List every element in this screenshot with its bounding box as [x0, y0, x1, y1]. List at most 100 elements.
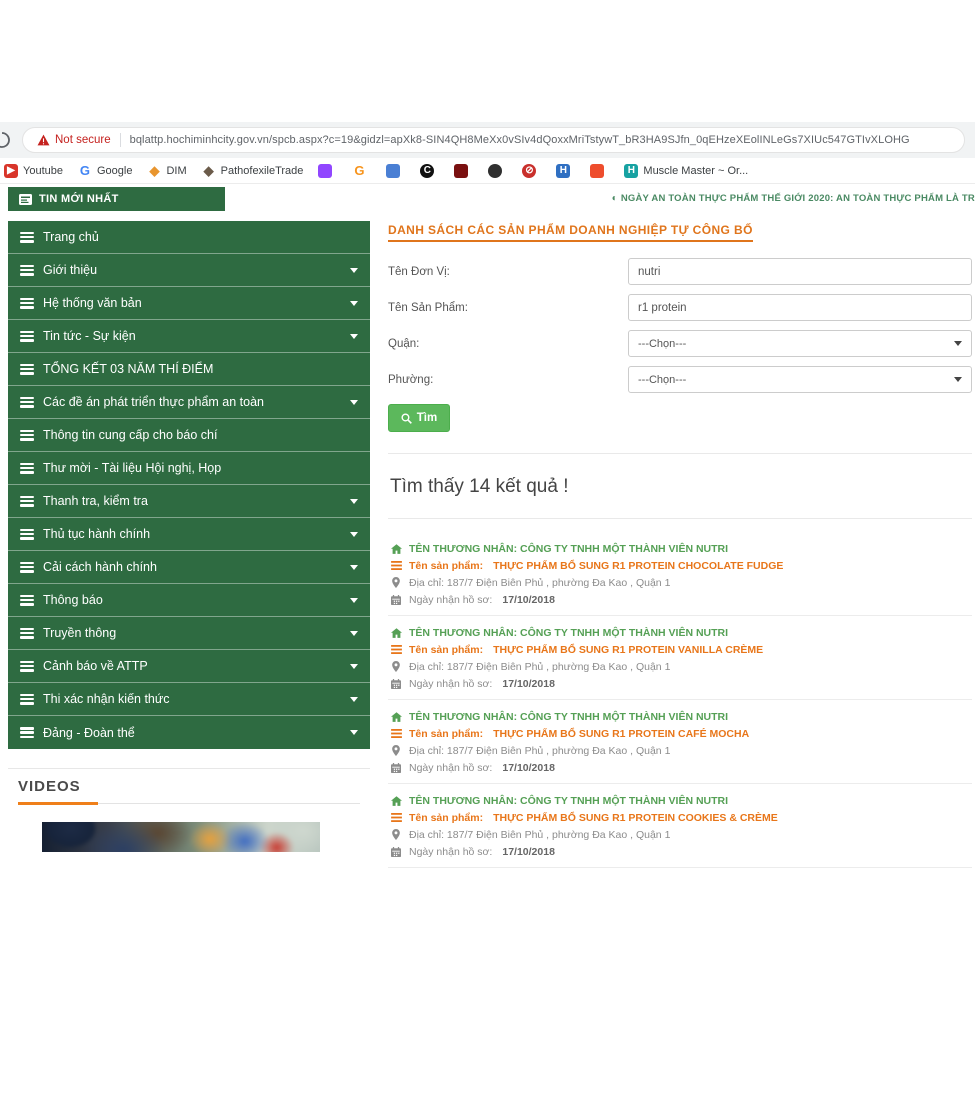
result-item[interactable]: TÊN THƯƠNG NHÂN: CÔNG TY TNHH MỘT THÀNH …	[388, 700, 972, 784]
product-name: THỰC PHẨM BỔ SUNG R1 PROTEIN CAFÉ MOCHA	[493, 728, 749, 740]
sidebar-menu-item[interactable]: Cảnh báo về ATTP	[8, 650, 370, 683]
sidebar-menu-item-label: Các đề án phát triển thực phẩm an toàn	[43, 395, 264, 409]
videos-accent-bar	[18, 802, 98, 805]
list-icon	[20, 298, 34, 309]
sidebar-menu-item[interactable]: Thanh tra, kiểm tra	[8, 485, 370, 518]
sidebar-menu-item[interactable]: Thư mời - Tài liệu Hội nghị, Họp	[8, 452, 370, 485]
result-item[interactable]: TÊN THƯƠNG NHÂN: CÔNG TY TNHH MỘT THÀNH …	[388, 616, 972, 700]
product-name-input[interactable]	[628, 294, 972, 321]
sidebar-menu-item[interactable]: Thông tin cung cấp cho báo chí	[8, 419, 370, 452]
sidebar-menu-item-label: TỔNG KẾT 03 NĂM THÍ ĐIỂM	[43, 362, 213, 376]
video-thumbnail[interactable]	[42, 822, 320, 852]
sidebar-menu-item-label: Cảnh báo về ATTP	[43, 659, 148, 673]
bookmark-item[interactable]: ▶ Youtube	[4, 164, 63, 178]
district-label: Quận:	[388, 338, 628, 350]
bookmark-item[interactable]: ◆ DIM	[147, 164, 186, 178]
latest-news-tab[interactable]: TIN MỚI NHẤT	[8, 187, 225, 211]
home-icon	[390, 712, 402, 722]
received-date-label: Ngày nhận hồ sơ:	[409, 846, 492, 858]
district-select[interactable]: ---Chọn---	[628, 330, 972, 357]
sidebar-menu-item-label: Thông tin cung cấp cho báo chí	[43, 428, 217, 442]
sidebar-menu-item[interactable]: Trang chủ	[8, 221, 370, 254]
received-date: 17/10/2018	[502, 762, 555, 774]
url-text[interactable]: bqlattp.hochiminhcity.gov.vn/spcb.aspx?c…	[130, 134, 910, 146]
not-secure-label[interactable]: Not secure	[55, 134, 111, 146]
sidebar-menu-item-label: Truyền thông	[43, 626, 116, 640]
received-date: 17/10/2018	[502, 678, 555, 690]
browser-chrome: Not secure bqlattp.hochiminhcity.gov.vn/…	[0, 122, 975, 184]
sidebar-menu-item-label: Thanh tra, kiểm tra	[43, 494, 148, 508]
map-pin-icon	[390, 745, 402, 756]
result-item[interactable]: TÊN THƯƠNG NHÂN: CÔNG TY TNHH MỘT THÀNH …	[388, 532, 972, 616]
bookmark-favicon: G	[78, 164, 92, 178]
sidebar-menu-item[interactable]: Tin tức - Sự kiện	[8, 320, 370, 353]
sidebar-menu-item-label: Cải cách hành chính	[43, 560, 157, 574]
videos-rule	[18, 802, 360, 805]
sidebar-menu-item[interactable]: TỔNG KẾT 03 NĂM THÍ ĐIỂM	[8, 353, 370, 386]
bookmark-item[interactable]	[454, 164, 473, 178]
sidebar-menu-item[interactable]: Các đề án phát triển thực phẩm an toàn	[8, 386, 370, 419]
sidebar-menu-item[interactable]: Truyền thông	[8, 617, 370, 650]
trader-name: TÊN THƯƠNG NHÂN: CÔNG TY TNHH MỘT THÀNH …	[409, 627, 728, 639]
bookmark-favicon: H	[556, 164, 570, 178]
trader-name: TÊN THƯƠNG NHÂN: CÔNG TY TNHH MỘT THÀNH …	[409, 795, 728, 807]
sidebar-menu-item[interactable]: Hệ thống văn bản	[8, 287, 370, 320]
bookmark-item[interactable]: G Google	[78, 164, 132, 178]
received-date-label: Ngày nhận hồ sơ:	[409, 678, 492, 690]
search-icon	[401, 413, 412, 424]
address-text: Địa chỉ: 187/7 Điện Biên Phủ , phường Đa…	[409, 661, 670, 673]
calendar-icon	[390, 679, 402, 689]
result-item[interactable]: TÊN THƯƠNG NHÂN: CÔNG TY TNHH MỘT THÀNH …	[388, 784, 972, 868]
chevron-down-icon	[350, 631, 358, 636]
chevron-down-icon	[350, 697, 358, 702]
chevron-down-icon	[350, 664, 358, 669]
url-separator	[120, 133, 121, 147]
sidebar-menu-item[interactable]: Thủ tục hành chính	[8, 518, 370, 551]
list-icon	[20, 628, 34, 639]
list-icon	[20, 364, 34, 375]
bookmark-favicon: ◆	[147, 164, 161, 178]
list-icon	[20, 727, 34, 738]
reload-icon[interactable]	[0, 130, 12, 150]
bookmark-label: Google	[97, 165, 132, 177]
bookmark-item[interactable]	[488, 164, 507, 178]
unit-name-input[interactable]	[628, 258, 972, 285]
bookmark-item[interactable]	[386, 164, 405, 178]
bookmark-favicon: H	[624, 164, 638, 178]
received-date: 17/10/2018	[502, 846, 555, 858]
map-pin-icon	[390, 661, 402, 672]
ticker-headline-text: NGÀY AN TOÀN THỰC PHẨM THẾ GIỚI 2020: AN…	[621, 193, 975, 204]
ward-select[interactable]: ---Chọn---	[628, 366, 972, 393]
list-icon	[390, 813, 402, 822]
received-date-label: Ngày nhận hồ sơ:	[409, 594, 492, 606]
sidebar-menu-item[interactable]: Đảng - Đoàn thể	[8, 716, 370, 749]
calendar-icon	[390, 595, 402, 605]
main-content: DANH SÁCH CÁC SẢN PHẨM DOANH NGHIỆP TỰ C…	[388, 221, 975, 868]
ward-label: Phường:	[388, 374, 628, 386]
sidebar-menu-item-label: Giới thiệu	[43, 263, 97, 277]
bookmark-item[interactable]: H Muscle Master ~ Or...	[624, 164, 748, 178]
sidebar-menu-item-label: Tin tức - Sự kiện	[43, 329, 136, 343]
bookmark-item[interactable]: G	[352, 164, 371, 178]
bookmark-item[interactable]	[590, 164, 609, 178]
address-bar[interactable]: Not secure bqlattp.hochiminhcity.gov.vn/…	[22, 127, 965, 153]
chevron-down-icon	[350, 268, 358, 273]
sidebar-menu-item[interactable]: Thông báo	[8, 584, 370, 617]
trader-name: TÊN THƯƠNG NHÂN: CÔNG TY TNHH MỘT THÀNH …	[409, 543, 728, 555]
list-icon	[20, 232, 34, 243]
ticker-headline[interactable]: ◐NGÀY AN TOÀN THỰC PHẨM THẾ GIỚI 2020: A…	[612, 193, 975, 204]
search-button[interactable]: Tìm	[388, 404, 450, 432]
sidebar-menu-item[interactable]: Cải cách hành chính	[8, 551, 370, 584]
bookmark-item[interactable]: ◆ PathofexileTrade	[202, 164, 304, 178]
sidebar-menu-item[interactable]: Giới thiệu	[8, 254, 370, 287]
home-icon	[390, 796, 402, 806]
not-secure-warning-icon[interactable]	[37, 134, 50, 146]
bookmark-item[interactable]: H	[556, 164, 575, 178]
bookmark-item[interactable]: C	[420, 164, 439, 178]
bookmark-favicon	[386, 164, 400, 178]
chevron-down-icon	[350, 598, 358, 603]
sidebar-menu-item[interactable]: Thi xác nhận kiến thức	[8, 683, 370, 716]
bookmark-item[interactable]	[318, 164, 337, 178]
product-label: Tên sản phẩm:	[409, 560, 483, 572]
bookmark-item[interactable]: ⊘	[522, 164, 541, 178]
